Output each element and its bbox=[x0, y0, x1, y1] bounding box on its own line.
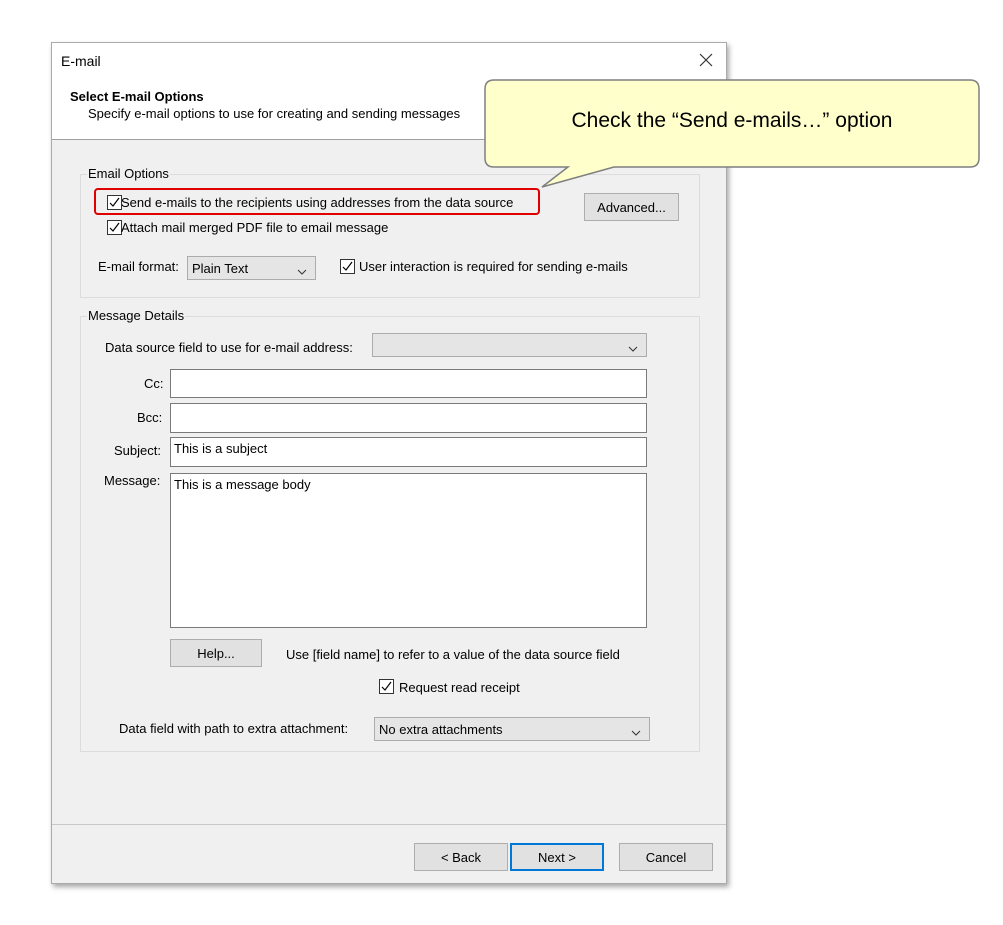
page-title: Select E-mail Options bbox=[70, 89, 204, 104]
advanced-button-label: Advanced... bbox=[597, 199, 666, 215]
email-format-dropdown[interactable]: Plain Text bbox=[187, 256, 316, 280]
help-hint: Use [field name] to refer to a value of … bbox=[286, 647, 620, 662]
email-options-group-label: Email Options bbox=[87, 166, 170, 181]
read-receipt-label[interactable]: Request read receipt bbox=[399, 680, 520, 695]
email-format-label: E-mail format: bbox=[98, 259, 179, 274]
bcc-field[interactable] bbox=[170, 403, 647, 433]
subject-value: This is a subject bbox=[174, 441, 268, 456]
callout-annotation: Check the “Send e-mails…” option bbox=[484, 79, 980, 189]
footer-divider bbox=[52, 824, 726, 825]
message-details-group-label: Message Details bbox=[87, 308, 186, 323]
chevron-down-icon bbox=[631, 725, 641, 740]
user-interaction-checkbox[interactable] bbox=[340, 259, 355, 274]
attachment-value: No extra attachments bbox=[379, 722, 503, 737]
help-button-label: Help... bbox=[197, 645, 235, 661]
cc-label: Cc: bbox=[144, 376, 164, 391]
message-field[interactable]: This is a message body bbox=[170, 473, 647, 628]
back-button[interactable]: < Back bbox=[414, 843, 508, 871]
bcc-label: Bcc: bbox=[137, 410, 163, 425]
help-button[interactable]: Help... bbox=[170, 639, 262, 667]
close-icon[interactable] bbox=[696, 50, 716, 70]
cancel-button-label: Cancel bbox=[645, 849, 687, 865]
attach-pdf-checkbox[interactable] bbox=[107, 220, 122, 235]
cc-field[interactable] bbox=[170, 369, 647, 398]
window-title: E-mail bbox=[61, 53, 101, 69]
subject-label: Subject: bbox=[114, 443, 161, 458]
user-interaction-label[interactable]: User interaction is required for sending… bbox=[359, 259, 628, 274]
subject-field[interactable]: This is a subject bbox=[170, 437, 647, 467]
next-button-label: Next > bbox=[538, 849, 576, 865]
highlight-box bbox=[94, 188, 540, 215]
callout-text: Check the “Send e-mails…” option bbox=[571, 109, 893, 132]
data-source-field-dropdown[interactable] bbox=[372, 333, 647, 357]
attachment-label: Data field with path to extra attachment… bbox=[119, 721, 349, 736]
back-button-label: < Back bbox=[440, 849, 482, 865]
advanced-button[interactable]: Advanced... bbox=[584, 193, 679, 221]
title-bar: E-mail bbox=[52, 43, 726, 79]
attach-pdf-label[interactable]: Attach mail merged PDF file to email mes… bbox=[121, 220, 388, 235]
attachment-dropdown[interactable]: No extra attachments bbox=[374, 717, 650, 741]
next-button[interactable]: Next > bbox=[510, 843, 604, 871]
cancel-button[interactable]: Cancel bbox=[619, 843, 713, 871]
chevron-down-icon bbox=[297, 264, 307, 279]
read-receipt-checkbox[interactable] bbox=[379, 679, 394, 694]
chevron-down-icon bbox=[628, 341, 638, 356]
data-source-field-label: Data source field to use for e-mail addr… bbox=[105, 340, 353, 355]
message-label: Message: bbox=[104, 473, 161, 488]
message-value: This is a message body bbox=[174, 477, 311, 492]
page-subtitle: Specify e-mail options to use for creati… bbox=[88, 106, 461, 121]
email-format-value: Plain Text bbox=[192, 261, 249, 276]
